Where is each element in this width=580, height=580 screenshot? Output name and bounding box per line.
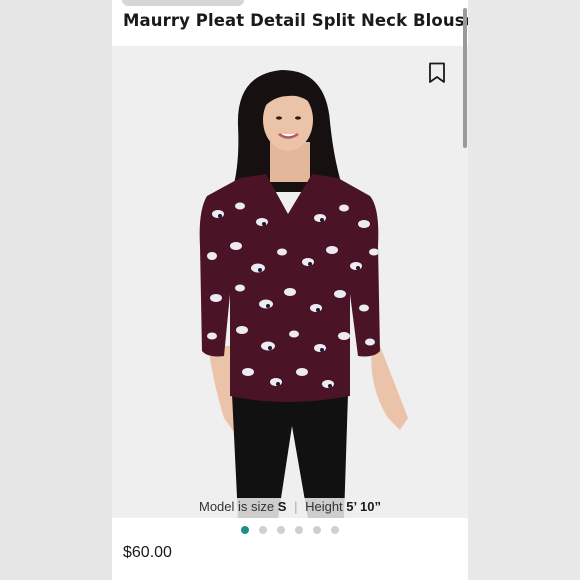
carousel-dot-1[interactable] (241, 526, 249, 534)
model-height-value: 5’ 10” (346, 499, 381, 514)
carousel-dot-6[interactable] (331, 526, 339, 534)
carousel-dot-5[interactable] (313, 526, 321, 534)
carousel-dot-2[interactable] (259, 526, 267, 534)
carousel-dot-3[interactable] (277, 526, 285, 534)
product-photo (112, 46, 468, 518)
background-left (0, 0, 112, 580)
top-bar-fragment (122, 0, 244, 6)
product-title: Maurry Pleat Detail Split Neck Blouse (123, 11, 468, 30)
model-size-caption: Model is size S | Height 5’ 10” (112, 498, 468, 518)
carousel-indicators (112, 526, 468, 536)
caption-separator: | (294, 499, 298, 514)
model-size-value: S (277, 499, 287, 514)
product-image-carousel[interactable] (112, 46, 468, 518)
model-height-label: Height (305, 499, 343, 514)
product-page: Maurry Pleat Detail Split Neck Blouse Mo… (112, 0, 468, 580)
product-price: $60.00 (123, 544, 172, 561)
model-size-prefix: Model is size (199, 499, 275, 514)
bookmark-icon[interactable] (428, 62, 446, 84)
scrollbar[interactable] (463, 8, 467, 148)
carousel-dot-4[interactable] (295, 526, 303, 534)
background-right (468, 0, 580, 580)
